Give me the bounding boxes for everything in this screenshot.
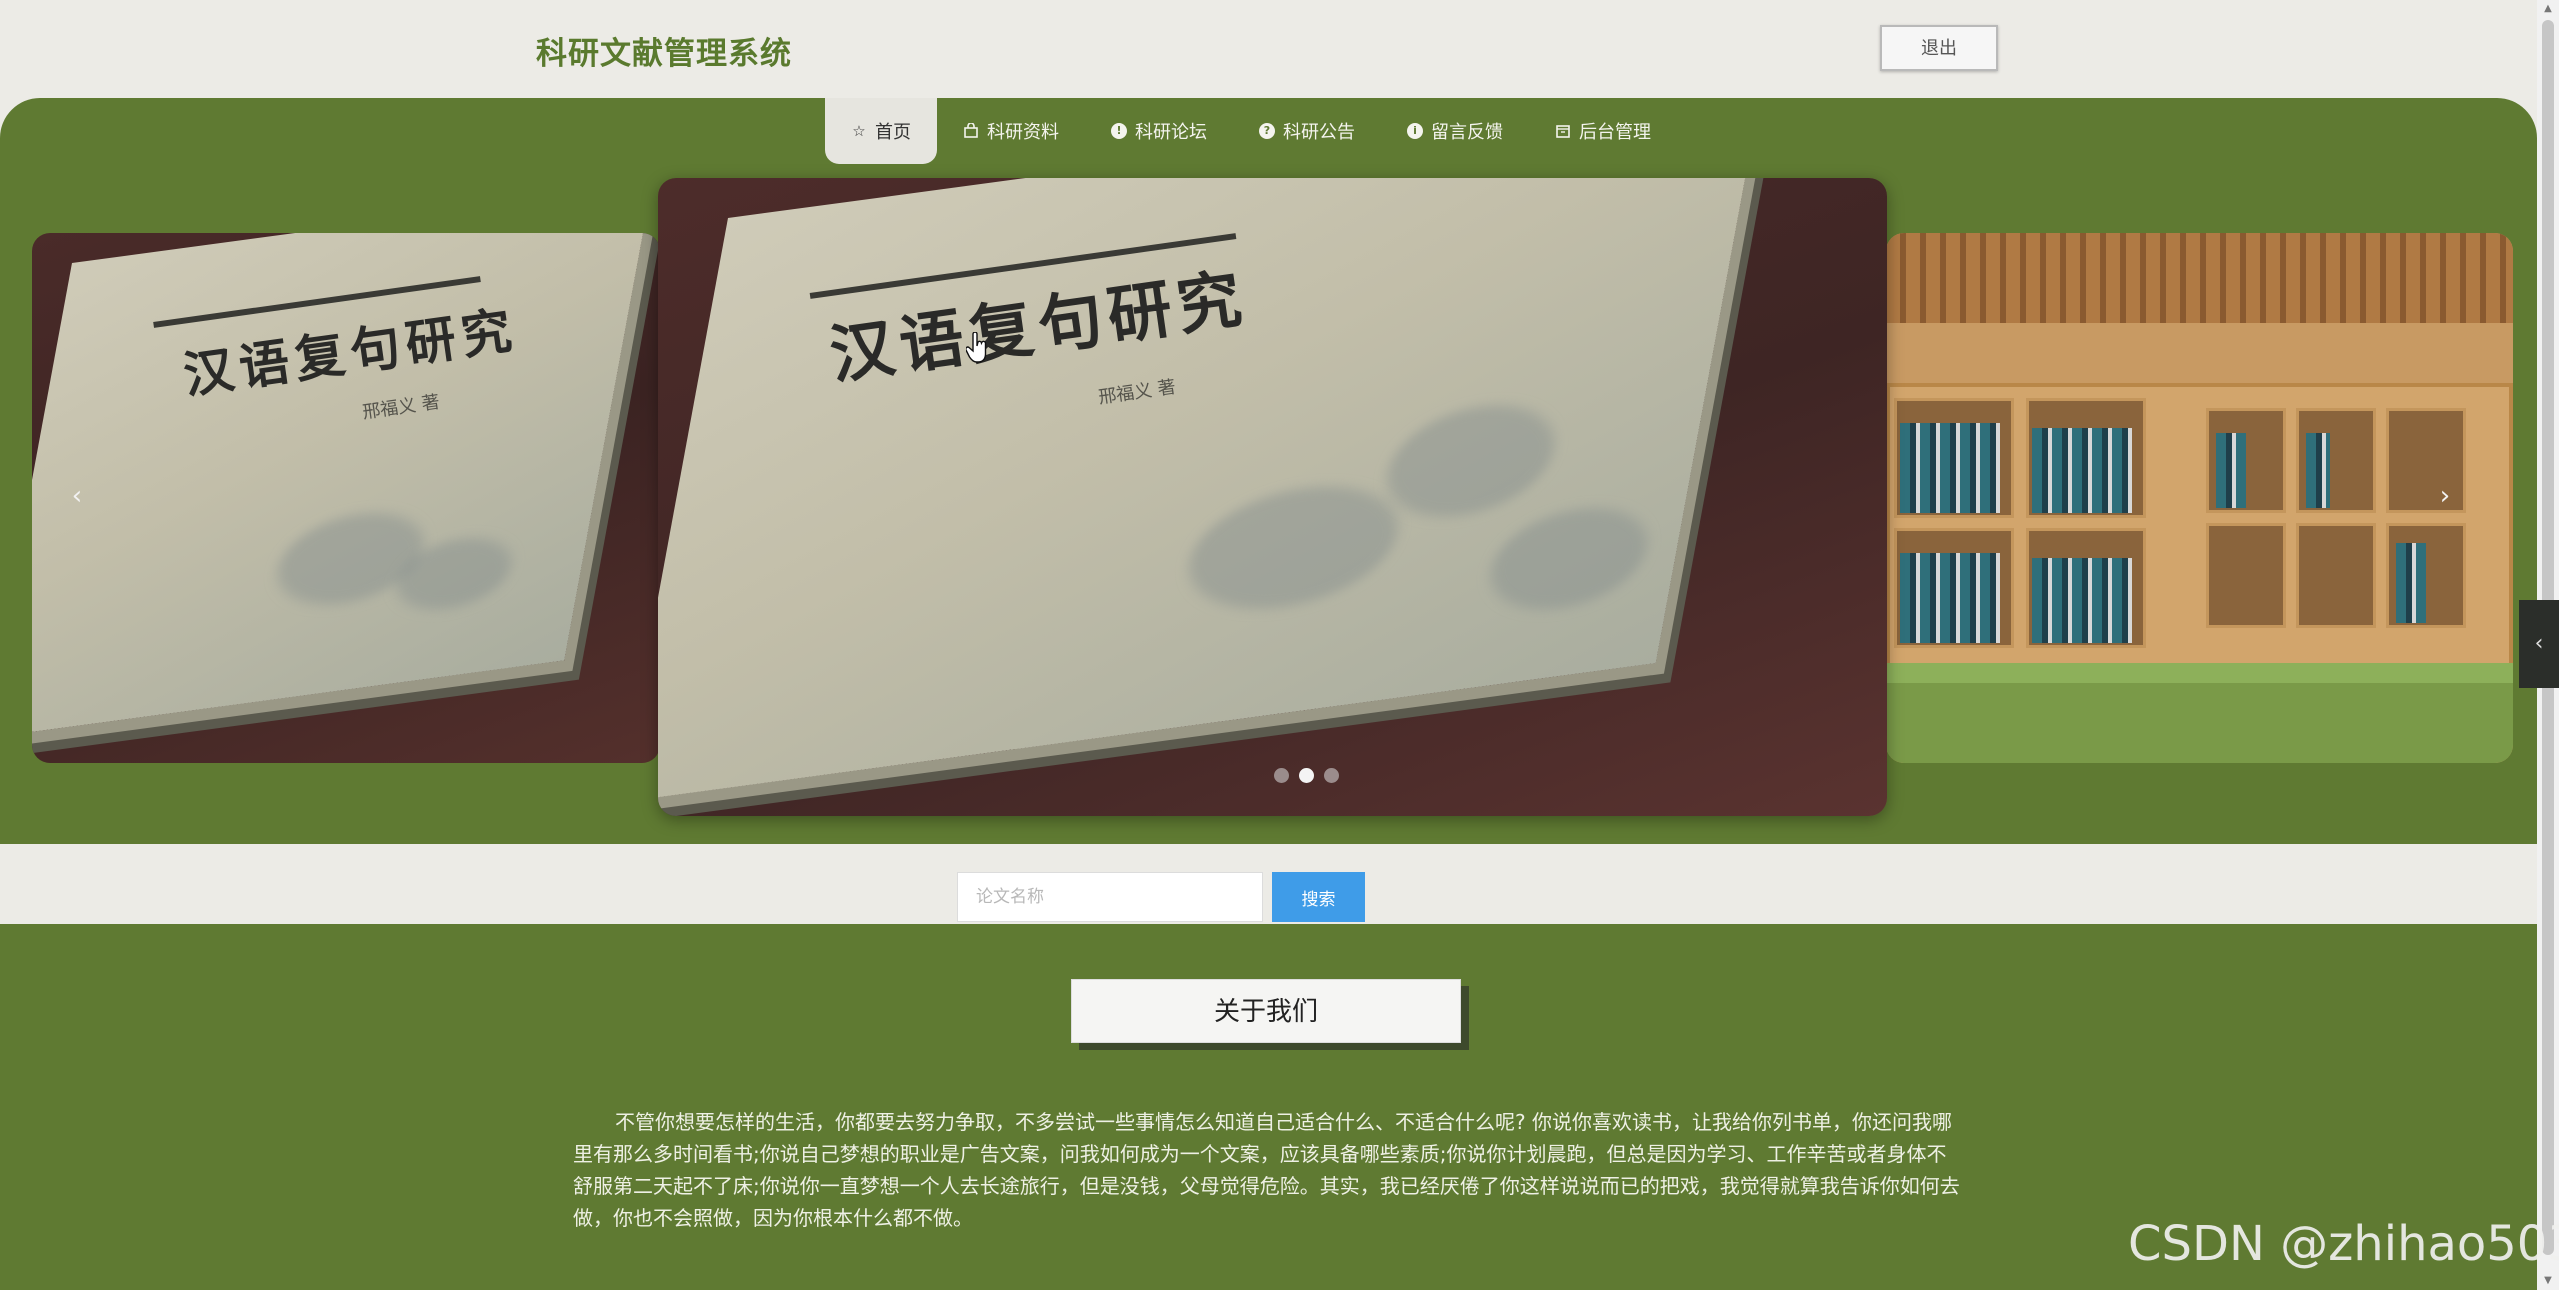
site-title: 科研文献管理系统: [536, 36, 792, 72]
main-nav: ☆ 首页 科研资料 ! 科研论坛 ? 科研公告 i 留言反馈 后台管理: [825, 98, 1677, 164]
search-section: [0, 844, 2537, 924]
star-icon: ☆: [852, 122, 866, 140]
search-input[interactable]: [957, 872, 1263, 922]
carousel-next-arrow[interactable]: ›: [2430, 476, 2460, 516]
book-cover-image: [32, 233, 652, 739]
logout-button[interactable]: 退出: [1880, 25, 1998, 71]
nav-item-label: 首页: [875, 122, 911, 143]
bag-icon: [963, 122, 979, 139]
info-icon: !: [1111, 123, 1127, 139]
info-circle-icon: i: [1407, 123, 1423, 139]
page: 科研文献管理系统 退出 ☆ 首页 科研资料 ! 科研论坛 ? 科研公告 i 留言…: [0, 0, 2559, 1290]
library-floor: [1886, 683, 2513, 763]
nav-item-feedback[interactable]: i 留言反馈: [1381, 98, 1529, 164]
scroll-down-icon[interactable]: ▼: [2537, 1272, 2559, 1290]
about-text: 不管你想要怎样的生活，你都要去努力争取，不多尝试一些事情怎么知道自己适合什么、不…: [573, 1110, 1960, 1230]
carousel-prev-arrow[interactable]: ‹: [62, 476, 92, 516]
top-header: 科研文献管理系统 退出: [0, 0, 2559, 98]
carousel-slide-next[interactable]: [1886, 233, 2513, 763]
nav-item-research-forum[interactable]: ! 科研论坛: [1085, 98, 1233, 164]
carousel-slide-prev[interactable]: 汉语复句研究 邢福义 著: [32, 233, 660, 763]
carousel-slide-active[interactable]: 汉语复句研究 邢福义 著: [658, 178, 1887, 816]
nav-item-label: 科研公告: [1283, 122, 1355, 143]
nav-item-research-announcements[interactable]: ? 科研公告: [1233, 98, 1381, 164]
nav-item-research-materials[interactable]: 科研资料: [937, 98, 1085, 164]
about-title: 关于我们: [1071, 979, 1461, 1043]
nav-item-label: 后台管理: [1579, 122, 1651, 143]
carousel-dot-3[interactable]: [1324, 768, 1339, 783]
nav-item-label: 科研论坛: [1135, 122, 1207, 143]
nav-item-admin[interactable]: 后台管理: [1529, 98, 1677, 164]
library-ceiling: [1886, 233, 2513, 323]
nav-item-label: 科研资料: [987, 122, 1059, 143]
watermark: CSDN @zhihao503: [2128, 1216, 2559, 1272]
carousel-dot-2[interactable]: [1299, 768, 1314, 783]
nav-item-home[interactable]: ☆ 首页: [825, 98, 937, 164]
search-button[interactable]: 搜索: [1272, 872, 1365, 922]
hand-cursor-icon: [966, 332, 987, 363]
box-icon: [1555, 123, 1571, 139]
side-panel-toggle[interactable]: ‹: [2519, 600, 2559, 688]
help-icon: ?: [1259, 123, 1275, 139]
scroll-up-icon[interactable]: ▲: [2537, 0, 2559, 18]
carousel-indicators: [1274, 768, 1339, 783]
nav-item-label: 留言反馈: [1431, 122, 1503, 143]
carousel-dot-1[interactable]: [1274, 768, 1289, 783]
